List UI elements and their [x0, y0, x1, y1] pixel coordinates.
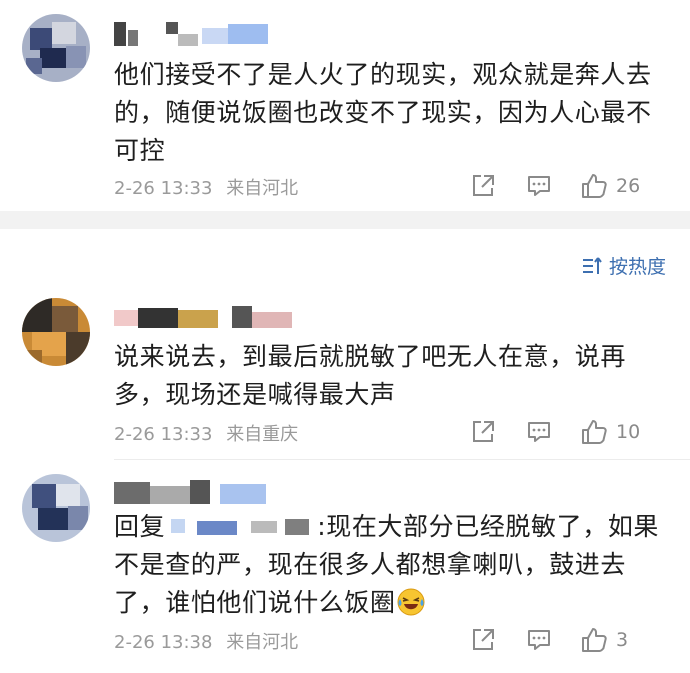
username-mosaic[interactable]: [114, 478, 274, 506]
sort-button[interactable]: 按热度: [581, 252, 666, 279]
like-count: 10: [616, 421, 641, 443]
comment-button[interactable]: [526, 622, 552, 658]
comment-icon: [528, 176, 550, 196]
like-button[interactable]: 10: [580, 414, 640, 450]
section-separator: [0, 211, 690, 229]
comment-button[interactable]: [526, 414, 552, 450]
share-button[interactable]: [470, 414, 496, 450]
comment-actions: 26: [430, 168, 690, 204]
share-icon: [473, 629, 494, 650]
thumbs-up-icon: [582, 174, 607, 198]
comment-icon: [528, 630, 550, 650]
comment-meta: 2-26 13:33 来自河北: [114, 174, 298, 200]
comment-actions: 10: [430, 414, 690, 450]
comment-meta: 2-26 13:38 来自河北: [114, 628, 298, 654]
avatar[interactable]: [22, 298, 90, 366]
avatar[interactable]: [22, 14, 90, 82]
comment-text: 回复 :现在大部分已经脱敏了，如果不是查的严，现在很多人都想拿喇叭，鼓进去了，谁…: [114, 508, 670, 622]
share-button[interactable]: [470, 168, 496, 204]
like-button[interactable]: 26: [580, 168, 640, 204]
username-mosaic[interactable]: [114, 304, 304, 332]
reply-target-mosaic[interactable]: [167, 513, 315, 539]
like-button[interactable]: 3: [580, 622, 628, 658]
sort-icon: [582, 256, 602, 274]
comment-text: 他们接受不了是人火了的现实，观众就是奔人去的，随便说饭圈也改变不了现实，因为人心…: [114, 60, 652, 165]
username-mosaic[interactable]: [114, 20, 274, 48]
thumbs-up-icon: [582, 628, 607, 652]
comment-divider: [114, 459, 690, 460]
comment-text: 说来说去，到最后就脱敏了吧无人在意，说再多，现场还是喊得最大声: [114, 342, 627, 409]
comment-button[interactable]: [526, 168, 552, 204]
share-icon: [473, 421, 494, 442]
laughing-crying-emoji: [397, 588, 425, 616]
avatar[interactable]: [22, 474, 90, 542]
comment-location: 来自重庆: [226, 424, 299, 445]
sort-label: 按热度: [608, 256, 666, 278]
share-button[interactable]: [470, 622, 496, 658]
comment-location: 来自河北: [226, 632, 299, 653]
comment-time: 2-26 13:33: [114, 178, 213, 199]
comment-time: 2-26 13:38: [114, 632, 213, 653]
thumbs-up-icon: [582, 420, 607, 444]
like-count: 3: [616, 629, 629, 651]
comment-meta: 2-26 13:33 来自重庆: [114, 420, 298, 446]
comment-icon: [528, 422, 550, 442]
like-count: 26: [616, 175, 641, 197]
share-icon: [473, 175, 494, 196]
comment-actions: 3: [430, 622, 690, 658]
comment-time: 2-26 13:33: [114, 424, 213, 445]
reply-prefix: 回复: [114, 512, 166, 541]
comment-location: 来自河北: [226, 178, 299, 199]
